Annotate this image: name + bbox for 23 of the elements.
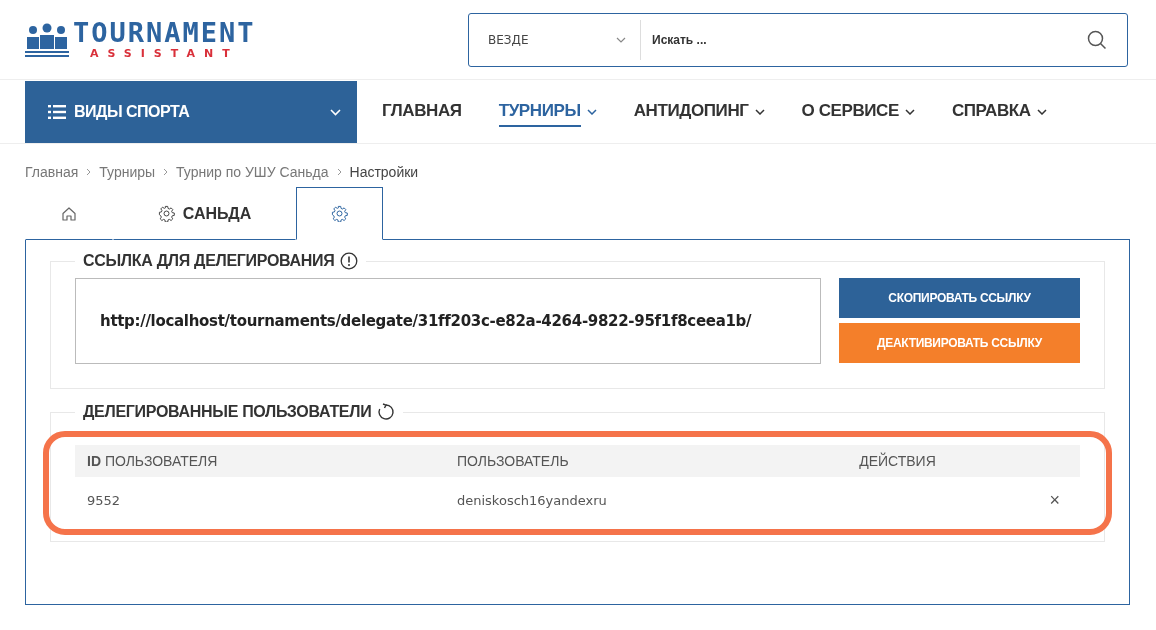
breadcrumb-link[interactable]: Турнир по УШУ Саньда [176, 163, 329, 180]
nav-link[interactable]: О СЕРВИСЕ [801, 97, 899, 127]
column-header: ДЕЙСТВИЯ [859, 453, 936, 469]
logo-title: TOURNAMENT [73, 18, 256, 47]
table-cell: 9552 [87, 492, 121, 508]
section-title: ДЕЛЕГИРОВАННЫЕ ПОЛЬЗОВАТЕЛИ [83, 403, 372, 421]
current-page-label: Настройки [349, 163, 419, 180]
nav-link[interactable]: СПРАВКА [951, 97, 1031, 127]
nav-link[interactable]: АНТИДОПИНГ [633, 97, 749, 127]
nav-link[interactable]: ТУРНИРЫ [498, 97, 581, 127]
column-header: ПОЛЬЗОВАТЕЛЬ [457, 453, 569, 469]
nav-link[interactable]: ГЛАВНАЯ [382, 97, 462, 127]
logo-subtitle: ASSISTANT [89, 46, 239, 61]
breadcrumb-link[interactable]: Главная [25, 163, 79, 180]
breadcrumb-link[interactable]: Турниры [99, 163, 156, 180]
column-header: ID ПОЛЬЗОВАТЕЛЯ [87, 453, 218, 469]
copy-link-button[interactable]: СКОПИРОВАТЬ ССЫЛКУ [839, 278, 1080, 318]
sports-menu-button[interactable]: ВИДЫ СПОРТА [25, 81, 357, 143]
section-title: ССЫЛКА ДЛЯ ДЕЛЕГИРОВАНИЯ [83, 252, 335, 270]
table-cell: deniskosch16yandexru [457, 492, 607, 508]
sports-menu-label: ВИДЫ СПОРТА [74, 103, 191, 121]
link-field[interactable]: http://localhost/tournaments/delegate/31ff203c-e82a-4264-9822-95f1f8ceea1b/ [75, 278, 821, 364]
remove-button[interactable]: × [1041, 489, 1068, 511]
